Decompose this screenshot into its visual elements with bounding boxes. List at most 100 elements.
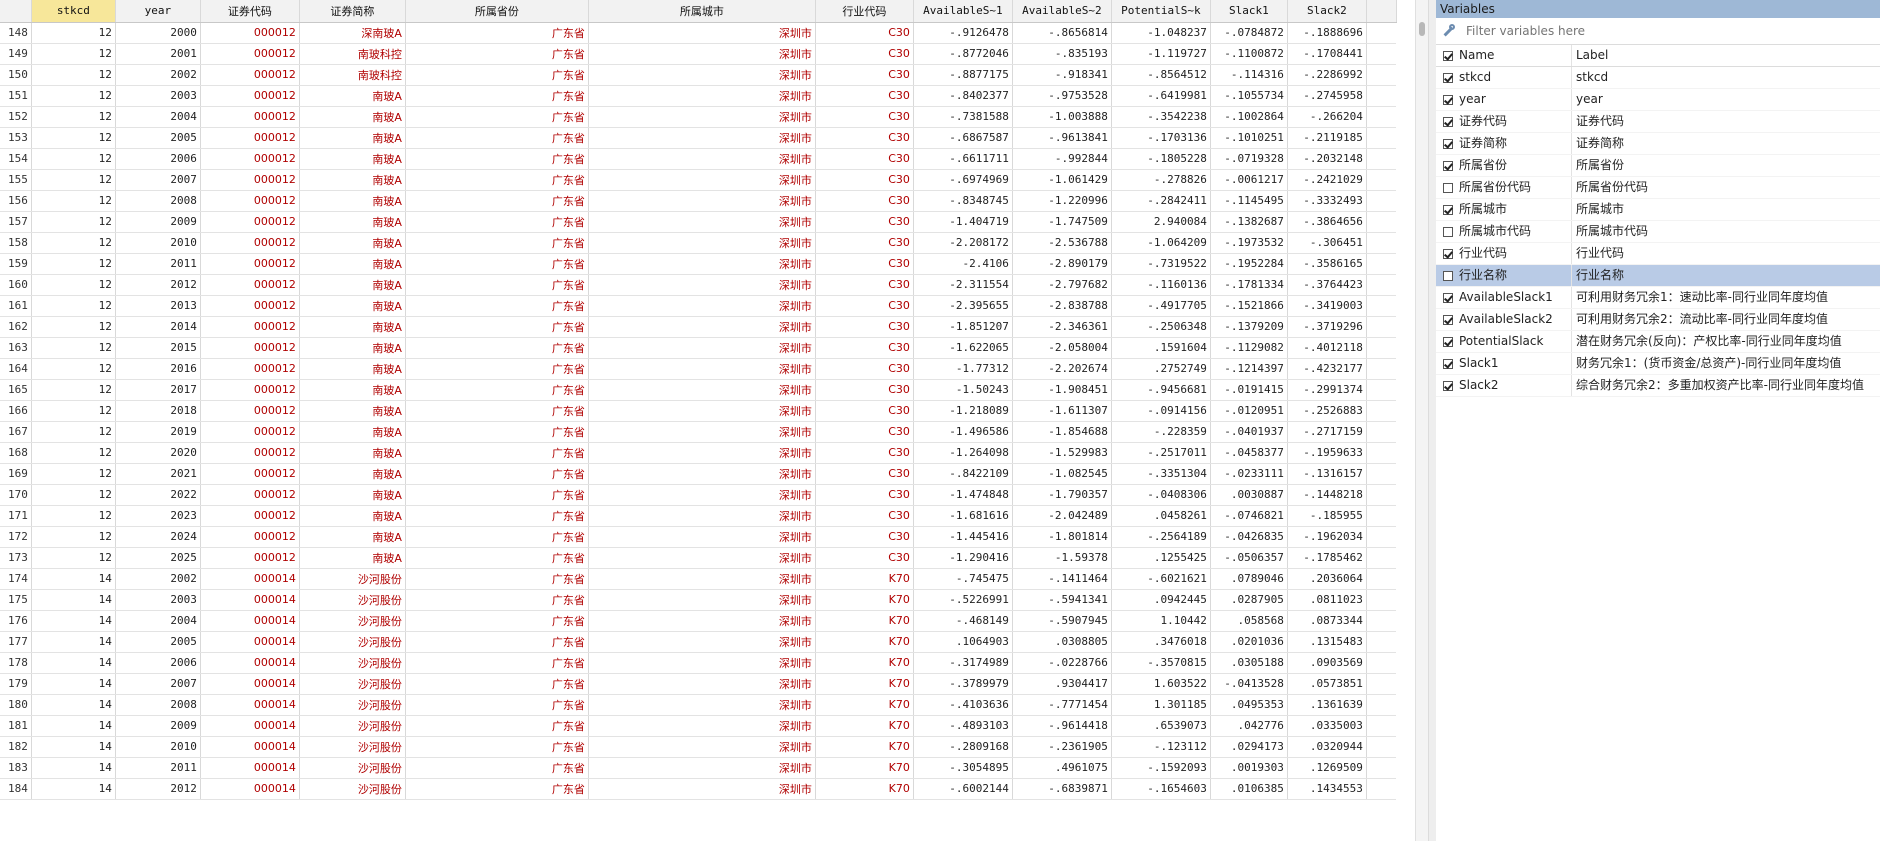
table-cell[interactable]: 000012 [200, 43, 300, 65]
table-cell[interactable]: C30 [815, 190, 914, 212]
table-cell[interactable]: -2.395655 [913, 295, 1013, 317]
table-cell[interactable]: -.1654603 [1111, 778, 1211, 800]
table-cell[interactable]: 深圳市 [588, 85, 816, 107]
table-cell[interactable]: 2006 [115, 652, 201, 674]
table-cell[interactable]: 14 [31, 715, 116, 737]
table-cell[interactable]: 000014 [200, 757, 300, 779]
table-cell[interactable]: 广东省 [405, 757, 589, 779]
table-cell[interactable]: C30 [815, 253, 914, 275]
row-number[interactable]: 155 [0, 169, 32, 191]
table-cell[interactable]: 广东省 [405, 505, 589, 527]
table-cell[interactable]: 深圳市 [588, 547, 816, 569]
table-cell[interactable]: -.0914156 [1111, 400, 1211, 422]
table-cell[interactable]: 广东省 [405, 43, 589, 65]
table-row[interactable]: 175 14 2003 000014 沙河股份 广东省 深圳市 K70 -.5226991 -.5… [0, 589, 1397, 611]
variable-visible-checkbox[interactable] [1442, 226, 1453, 237]
table-cell[interactable]: 深圳市 [588, 673, 816, 695]
table-cell[interactable]: 2001 [115, 43, 201, 65]
table-cell[interactable]: 广东省 [405, 64, 589, 86]
table-cell[interactable]: -.4917705 [1111, 295, 1211, 317]
row-number[interactable]: 153 [0, 127, 32, 149]
table-cell[interactable]: -.278826 [1111, 169, 1211, 191]
table-cell[interactable]: C30 [815, 127, 914, 149]
table-cell[interactable]: -.2809168 [913, 736, 1013, 758]
column-header[interactable]: 证券代码 [200, 0, 300, 23]
table-cell[interactable]: 南玻A [299, 358, 406, 380]
table-cell[interactable]: -.123112 [1111, 736, 1211, 758]
table-cell[interactable]: -.5907945 [1012, 610, 1112, 632]
table-cell[interactable]: -.8402377 [913, 85, 1013, 107]
table-row[interactable]: 149 12 2001 000012 南玻科控 广东省 深圳市 C30 -.8772046 -.8… [0, 43, 1397, 65]
table-row[interactable]: 164 12 2016 000012 南玻A 广东省 深圳市 C30 -1.77312 -2.20… [0, 358, 1397, 380]
table-cell[interactable]: C30 [815, 295, 914, 317]
table-cell[interactable]: -.1100872 [1210, 43, 1288, 65]
variable-row[interactable]: Slack2 综合财务冗余2：多重加权资产比率-同行业同年度均值 [1436, 375, 1880, 397]
table-cell[interactable]: 深圳市 [588, 337, 816, 359]
table-cell[interactable]: .0335003 [1287, 715, 1367, 737]
table-cell[interactable]: -.4103636 [913, 694, 1013, 716]
table-cell[interactable]: 深圳市 [588, 379, 816, 401]
variable-visible-checkbox[interactable] [1442, 72, 1453, 83]
table-cell[interactable]: 2009 [115, 211, 201, 233]
table-cell[interactable]: C30 [815, 421, 914, 443]
table-cell[interactable]: 深圳市 [588, 610, 816, 632]
row-number[interactable]: 184 [0, 778, 32, 800]
table-cell[interactable]: -.918341 [1012, 64, 1112, 86]
table-cell[interactable]: -.9753528 [1012, 85, 1112, 107]
row-number[interactable]: 156 [0, 190, 32, 212]
table-row[interactable]: 156 12 2008 000012 南玻A 广东省 深圳市 C30 -.8348745 -1.2… [0, 190, 1397, 212]
table-cell[interactable]: -.1145495 [1210, 190, 1288, 212]
table-row[interactable]: 177 14 2005 000014 沙河股份 广东省 深圳市 K70.1064903.030… [0, 631, 1397, 653]
table-cell[interactable]: 000012 [200, 232, 300, 254]
table-cell[interactable]: 广东省 [405, 400, 589, 422]
table-cell[interactable]: 000014 [200, 694, 300, 716]
table-cell[interactable]: -.3719296 [1287, 316, 1367, 338]
table-cell[interactable]: -.8564512 [1111, 64, 1211, 86]
table-cell[interactable]: 2008 [115, 694, 201, 716]
table-cell[interactable]: K70 [815, 778, 914, 800]
table-cell[interactable]: -1.854688 [1012, 421, 1112, 443]
table-cell[interactable]: 沙河股份 [299, 673, 406, 695]
table-cell[interactable]: -1.59378 [1012, 547, 1112, 569]
table-cell[interactable]: K70 [815, 673, 914, 695]
table-cell[interactable]: 000012 [200, 526, 300, 548]
row-number[interactable]: 151 [0, 85, 32, 107]
table-cell[interactable]: 2004 [115, 106, 201, 128]
table-cell[interactable]: -.7381588 [913, 106, 1013, 128]
table-cell[interactable]: 南玻A [299, 253, 406, 275]
table-cell[interactable]: 广东省 [405, 169, 589, 191]
table-cell[interactable]: .0573851 [1287, 673, 1367, 695]
table-cell[interactable]: -.1160136 [1111, 274, 1211, 296]
table-cell[interactable]: -.1703136 [1111, 127, 1211, 149]
column-header[interactable]: PotentialS~k [1111, 0, 1211, 23]
table-cell[interactable]: -.2745958 [1287, 85, 1367, 107]
row-number[interactable]: 164 [0, 358, 32, 380]
table-cell[interactable]: .1269509 [1287, 757, 1367, 779]
table-cell[interactable]: 12 [31, 127, 116, 149]
table-cell[interactable]: 2005 [115, 127, 201, 149]
table-cell[interactable]: 000012 [200, 295, 300, 317]
table-cell[interactable]: 广东省 [405, 673, 589, 695]
table-cell[interactable]: 深南玻A [299, 22, 406, 44]
table-cell[interactable]: C30 [815, 484, 914, 506]
table-cell[interactable]: K70 [815, 652, 914, 674]
table-cell[interactable]: C30 [815, 232, 914, 254]
variable-visible-checkbox[interactable] [1442, 94, 1453, 105]
table-cell[interactable]: 1.301185 [1111, 694, 1211, 716]
table-cell[interactable]: 深圳市 [588, 736, 816, 758]
row-number-header[interactable] [0, 0, 32, 23]
table-cell[interactable]: -.0413528 [1210, 673, 1288, 695]
row-number[interactable]: 173 [0, 547, 32, 569]
table-cell[interactable]: 14 [31, 694, 116, 716]
table-cell[interactable]: -1.801814 [1012, 526, 1112, 548]
table-row[interactable]: 157 12 2009 000012 南玻A 广东省 深圳市 C30 -1.404719 -1.7… [0, 211, 1397, 233]
table-cell[interactable]: 深圳市 [588, 631, 816, 653]
variable-visible-checkbox[interactable] [1442, 204, 1453, 215]
table-cell[interactable]: -1.445416 [913, 526, 1013, 548]
table-cell[interactable]: C30 [815, 106, 914, 128]
table-cell[interactable]: -.745475 [913, 568, 1013, 590]
table-cell[interactable]: 000012 [200, 106, 300, 128]
table-cell[interactable]: -1.77312 [913, 358, 1013, 380]
table-cell[interactable]: 广东省 [405, 568, 589, 590]
table-row[interactable]: 148 12 2000 000012 深南玻A 广东省 深圳市 C30 -.9126478 -.8… [0, 22, 1397, 44]
